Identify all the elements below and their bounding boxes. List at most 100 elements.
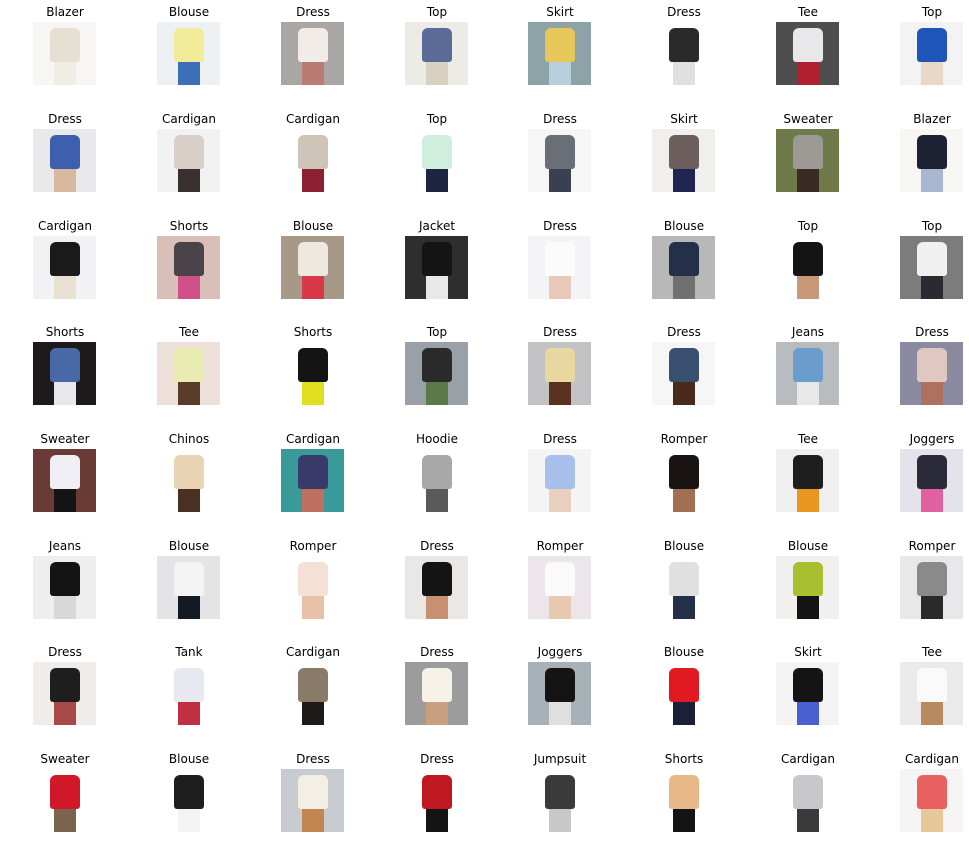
accent-shape [53, 489, 76, 512]
cell-label: Dress [667, 325, 701, 339]
thumbnail-red-plaid-shirt [405, 769, 468, 832]
garment-shape [792, 775, 823, 809]
cell-label: Sweater [40, 432, 90, 446]
thumbnail-legs-sandals [652, 769, 715, 832]
grid-cell: Dress [263, 747, 363, 847]
accent-shape [301, 62, 324, 85]
cell-label: Cardigan [38, 219, 92, 233]
garment-shape [668, 775, 699, 809]
cell-label: Jumpsuit [533, 752, 587, 766]
thumbnail-khaki-chinos [157, 449, 220, 512]
thumbnail-dark-skinny-jeans-street [652, 236, 715, 299]
cell-label: Blouse [168, 5, 210, 19]
garment-shape [916, 455, 947, 489]
cell-label: Sweater [783, 112, 833, 126]
cell-label: Blouse [787, 539, 829, 553]
grid-cell: Dress [510, 320, 610, 420]
cell-label: Tee [797, 5, 819, 19]
thumbnail-leopard-cardigan [281, 662, 344, 725]
grid-cell: Top [387, 107, 487, 207]
grid-cell: Jeans [758, 320, 858, 420]
grid-cell: Top [387, 0, 487, 100]
grid-cell: Cardigan [139, 107, 239, 207]
cell-label: Blazer [46, 5, 84, 19]
cell-label: Cardigan [286, 432, 340, 446]
garment-shape [916, 28, 947, 62]
thumbnail-distressed-denim-shorts [33, 342, 96, 405]
accent-shape [425, 702, 448, 725]
accent-shape [177, 596, 200, 619]
garment-shape [544, 28, 575, 62]
thumbnail-white-graphic-tee [776, 22, 839, 85]
grid-cell: Blouse [634, 214, 734, 314]
accent-shape [53, 596, 76, 619]
cell-label: Blouse [663, 539, 705, 553]
accent-shape [920, 276, 943, 299]
grid-cell: Hoodie [387, 427, 487, 527]
garment-shape [916, 348, 947, 382]
thumbnail-print-joggers-crop [528, 662, 591, 725]
accent-shape [53, 276, 76, 299]
grid-cell: Skirt [634, 107, 734, 207]
cell-label: Blouse [292, 219, 334, 233]
thumbnail-grey-maxi-dress [528, 129, 591, 192]
accent-shape [301, 276, 324, 299]
garment-shape [792, 455, 823, 489]
cell-label: Blouse [663, 219, 705, 233]
accent-shape [796, 809, 819, 832]
cell-label: Blouse [663, 645, 705, 659]
accent-shape [177, 62, 200, 85]
cell-label: Cardigan [781, 752, 835, 766]
thumbnail-black-outfit-jacket [405, 236, 468, 299]
garment-shape [544, 348, 575, 382]
thumbnail-floral-blouse-street [281, 236, 344, 299]
grid-cell: Blouse [758, 534, 858, 634]
cell-label: Top [921, 5, 943, 19]
garment-shape [668, 28, 699, 62]
garment-shape [173, 242, 204, 276]
thumbnail-black-white-striped-dress [652, 22, 715, 85]
accent-shape [177, 382, 200, 405]
thumbnail-long-grey-cardigan [776, 769, 839, 832]
grid-cell: Cardigan [758, 747, 858, 847]
accent-shape [548, 62, 571, 85]
accent-shape [548, 489, 571, 512]
garment-shape [421, 775, 452, 809]
accent-shape [796, 489, 819, 512]
cell-label: Shorts [293, 325, 333, 339]
accent-shape [920, 489, 943, 512]
cell-label: Tee [178, 325, 200, 339]
accent-shape [796, 382, 819, 405]
cell-label: Blouse [168, 752, 210, 766]
garment-shape [297, 562, 328, 596]
cell-label: Cardigan [286, 112, 340, 126]
thumbnail-aztec-red-cardigan [281, 129, 344, 192]
thumbnail-green-print-blouse [776, 556, 839, 619]
thumbnail-white-floral-dress [281, 22, 344, 85]
accent-shape [548, 809, 571, 832]
accent-shape [796, 276, 819, 299]
grid-cell: Tee [758, 0, 858, 100]
accent-shape [920, 596, 943, 619]
accent-shape [425, 809, 448, 832]
accent-shape [425, 489, 448, 512]
garment-shape [792, 562, 823, 596]
thumbnail-white-top-black-skirt [405, 342, 468, 405]
thumbnail-print-jumpsuit [528, 769, 591, 832]
grid-cell: Dress [510, 214, 610, 314]
grid-cell: Chinos [139, 427, 239, 527]
cell-label: Sweater [40, 752, 90, 766]
thumbnail-white-maxi-dress [281, 769, 344, 832]
garment-shape [668, 135, 699, 169]
grid-cell: Shorts [634, 747, 734, 847]
garment-shape [544, 562, 575, 596]
accent-shape [672, 596, 695, 619]
cell-label: Dress [48, 112, 82, 126]
cell-label: Top [797, 219, 819, 233]
accent-shape [177, 702, 200, 725]
cell-label: Dress [296, 5, 330, 19]
thumbnail-floral-skirt-yellow-clutch [528, 22, 591, 85]
thumbnail-grey-crop-top-navy-skirt [652, 129, 715, 192]
garment-shape [544, 242, 575, 276]
grid-cell: Dress [15, 640, 115, 740]
